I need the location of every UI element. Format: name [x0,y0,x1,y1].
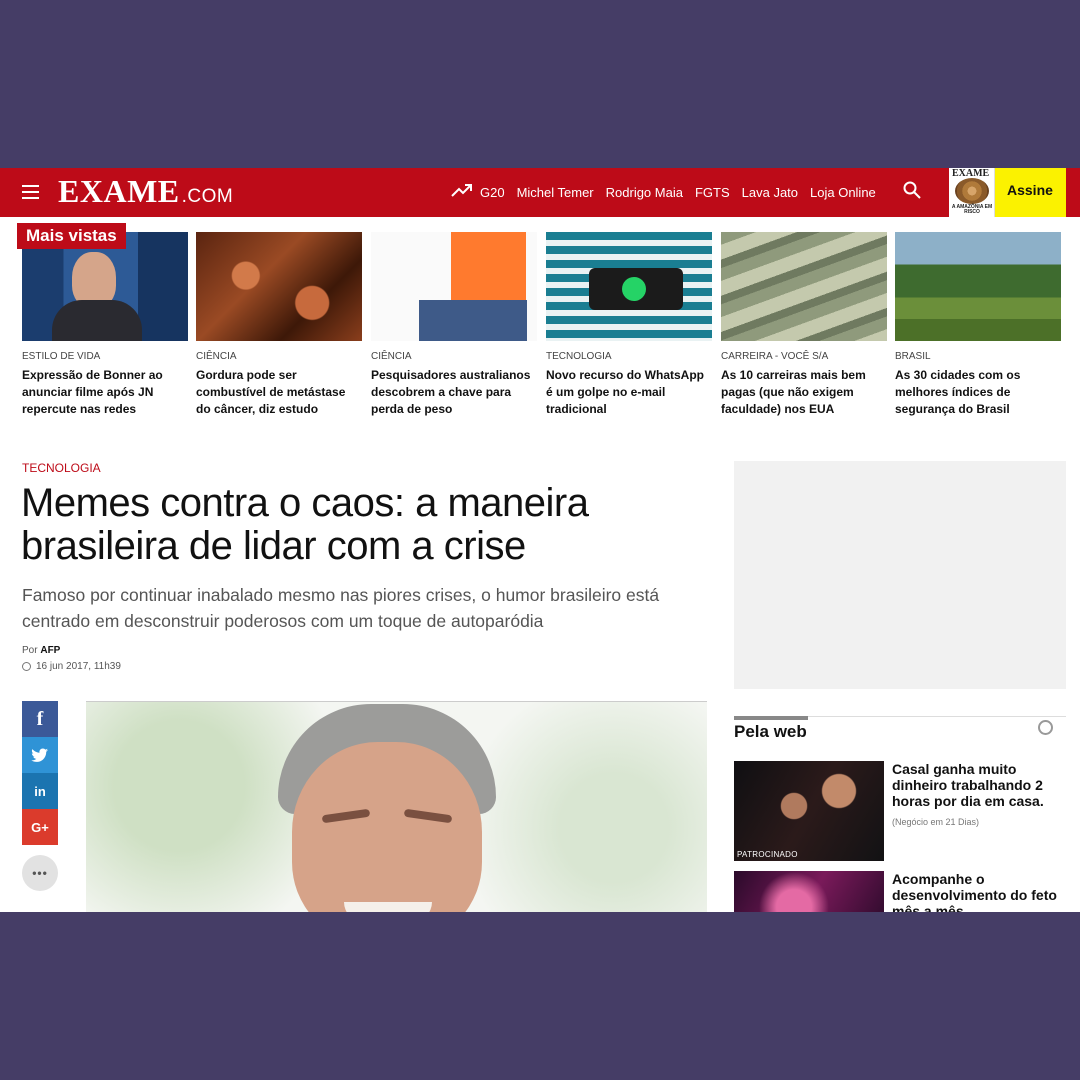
linkedin-share-icon[interactable]: in [22,773,58,809]
sponsored-thumbnail[interactable] [734,761,884,861]
most-viewed-item[interactable]: TECNOLOGIA Novo recurso do WhatsApp é um… [546,232,712,418]
byline-prefix: Por [22,645,38,656]
pela-web-heading: Pela web [734,722,807,741]
nav-link-loja-online[interactable]: Loja Online [810,185,876,200]
facebook-share-icon[interactable]: f [22,701,58,737]
item-title: Pesquisadores australianos descobrem a c… [371,368,531,416]
thumbnail-image [895,232,1061,341]
article-date: 16 jun 2017, 11h39 [22,661,121,672]
item-title: Expressão de Bonner ao anunciar filme ap… [22,368,163,416]
item-title: As 30 cidades com os melhores índices de… [895,368,1021,416]
nav-link-lava-jato[interactable]: Lava Jato [742,185,798,200]
browser-viewport: EXAME .COM G20 Michel Temer Rodrigo Maia … [0,168,1080,912]
sponsored-title[interactable]: Acompanhe o desenvolvimento do feto mês … [892,871,1062,912]
trending-icon [451,184,472,197]
article-category[interactable]: TECNOLOGIA [22,461,101,475]
trending-nav: G20 Michel Temer Rodrigo Maia FGTS Lava … [480,168,876,217]
magazine-cover: EXAME A AMAZÔNIA EM RISCO [949,168,995,217]
sponsored-source: (Negócio em 21 Dias) [892,817,980,827]
nav-link-rodrigo-maia[interactable]: Rodrigo Maia [606,185,683,200]
clock-icon [22,662,31,671]
top-navigation-bar: EXAME .COM G20 Michel Temer Rodrigo Maia … [0,168,1080,217]
subscribe-label: Assine [1007,182,1053,198]
search-icon[interactable] [903,181,921,199]
item-category: CIÊNCIA [196,351,237,362]
item-title: As 10 carreiras mais bem pagas (que não … [721,368,866,416]
more-share-icon[interactable]: ••• [22,855,58,891]
thumbnail-image [196,232,362,341]
logo-text: EXAME [58,173,180,209]
subscribe-button[interactable]: EXAME A AMAZÔNIA EM RISCO Assine [949,168,1066,217]
date-text: 16 jun 2017, 11h39 [36,661,121,672]
twitter-share-icon[interactable] [22,737,58,773]
most-viewed-label: Mais vistas [17,223,126,249]
item-category: CIÊNCIA [371,351,412,362]
thumbnail-image [721,232,887,341]
sponsored-title[interactable]: Casal ganha muito dinheiro trabalhando 2… [892,761,1062,809]
nav-link-fgts[interactable]: FGTS [695,185,730,200]
hero-photo-smile [344,902,432,912]
article-lead: Famoso por continuar inabalado mesmo nas… [22,585,660,631]
ad-placeholder[interactable] [734,461,1066,689]
thumbnail-image [371,232,537,341]
sponsored-tag: PATROCINADO [737,850,798,859]
cover-caption: A AMAZÔNIA EM RISCO [951,204,993,215]
exame-logo[interactable]: EXAME .COM [58,173,233,210]
twitter-bird-icon [31,748,48,762]
most-viewed-item[interactable]: CARREIRA - VOCÊ S/A As 10 carreiras mais… [721,232,887,418]
hero-photo-face [292,742,482,912]
item-title: Novo recurso do WhatsApp é um golpe no e… [546,368,705,416]
article-author[interactable]: AFP [40,645,60,656]
hamburger-menu-icon[interactable] [22,185,39,199]
most-viewed-item[interactable]: ESTILO DE VIDA Expressão de Bonner ao an… [22,232,188,418]
sponsored-thumbnail[interactable] [734,871,884,912]
article-title: Memes contra o caos: a maneira brasileir… [21,481,589,568]
most-viewed-item[interactable]: CIÊNCIA Pesquisadores australianos desco… [371,232,537,418]
item-category: BRASIL [895,351,931,362]
item-title: Gordura pode ser combustível de metástas… [196,368,346,416]
article-byline: Por AFP [22,645,60,656]
outbrain-info-icon[interactable] [1038,720,1053,735]
most-viewed-item[interactable]: CIÊNCIA Gordura pode ser combustível de … [196,232,362,418]
thumbnail-image [546,232,712,341]
item-category: ESTILO DE VIDA [22,351,101,362]
item-category: TECNOLOGIA [546,351,612,362]
nav-link-michel-temer[interactable]: Michel Temer [517,185,594,200]
google-plus-share-icon[interactable]: G+ [22,809,58,845]
logo-suffix: .COM [181,186,234,207]
nav-link-g20[interactable]: G20 [480,185,505,200]
most-viewed-item[interactable]: BRASIL As 30 cidades com os melhores índ… [895,232,1061,418]
cover-image [955,178,989,204]
section-accent-bar [734,716,808,720]
item-category: CARREIRA - VOCÊ S/A [721,351,829,362]
article-hero-image [86,701,707,912]
